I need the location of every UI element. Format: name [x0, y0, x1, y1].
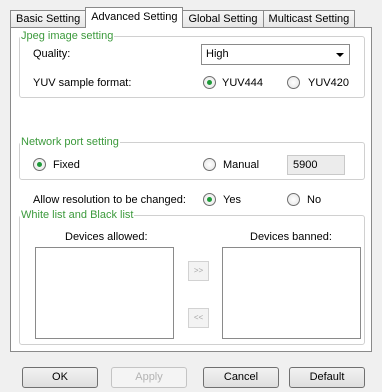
default-button[interactable]: Default	[289, 367, 365, 388]
tab-basic-setting[interactable]: Basic Setting	[10, 10, 87, 28]
manual-port-label: Manual	[223, 159, 260, 171]
ok-button[interactable]: OK	[22, 367, 98, 388]
fixed-port-label: Fixed	[53, 159, 80, 171]
quality-value: High	[206, 48, 229, 60]
network-port-legend: Network port setting	[21, 136, 119, 148]
allow-resolution-label: Allow resolution to be changed:	[33, 194, 186, 206]
tab-global-setting[interactable]: Global Setting	[182, 10, 264, 28]
yuv444-radio[interactable]	[203, 76, 216, 89]
quality-label: Quality:	[33, 48, 71, 60]
yuv-format-label: YUV sample format:	[33, 77, 132, 89]
cancel-button[interactable]: Cancel	[203, 367, 279, 388]
tab-advanced-setting[interactable]: Advanced Setting	[85, 7, 184, 28]
yuv444-label: YUV444	[222, 77, 263, 89]
chevron-down-icon	[336, 53, 344, 57]
yuv420-radio[interactable]	[287, 76, 300, 89]
devices-allowed-list[interactable]	[35, 247, 174, 339]
move-to-allowed-button[interactable]: <<	[188, 308, 209, 328]
devices-banned-label: Devices banned:	[250, 231, 332, 243]
advanced-setting-panel: Jpeg image setting Quality: High YUV sam…	[10, 27, 372, 352]
port-number-field[interactable]: 5900	[287, 155, 345, 175]
apply-button[interactable]: Apply	[111, 367, 187, 388]
manual-port-radio[interactable]	[203, 158, 216, 171]
fixed-port-radio[interactable]	[33, 158, 46, 171]
white-black-list-legend: White list and Black list	[21, 209, 134, 221]
tab-bar: Basic Setting Advanced Setting Global Se…	[10, 7, 356, 28]
devices-allowed-label: Devices allowed:	[65, 231, 148, 243]
resolution-yes-label: Yes	[223, 194, 241, 206]
devices-banned-list[interactable]	[222, 247, 361, 339]
resolution-yes-radio[interactable]	[203, 193, 216, 206]
tab-multicast-setting[interactable]: Multicast Setting	[262, 10, 356, 28]
move-to-banned-button[interactable]: >>	[188, 261, 209, 281]
jpeg-image-legend: Jpeg image setting	[21, 30, 114, 42]
settings-dialog: Basic Setting Advanced Setting Global Se…	[0, 0, 382, 392]
resolution-no-radio[interactable]	[287, 193, 300, 206]
resolution-no-label: No	[307, 194, 322, 206]
yuv420-label: YUV420	[308, 77, 349, 89]
quality-select[interactable]: High	[201, 44, 350, 65]
